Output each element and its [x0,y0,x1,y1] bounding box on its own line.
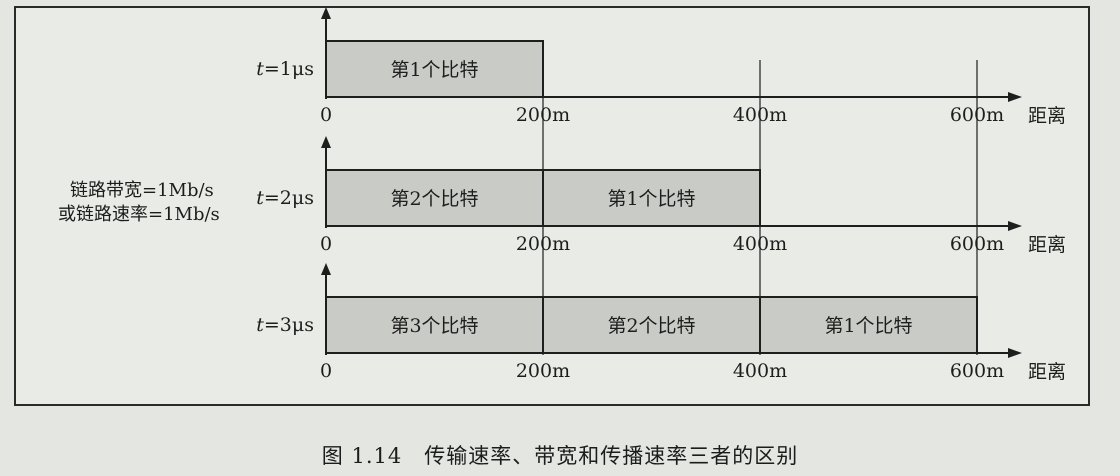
row-2-tick-3: 400m [733,233,787,255]
row-2-tick-4: 600m [950,233,1004,255]
row-3-tick-4: 600m [950,360,1004,382]
rate-label: 或链路速率=1Mb/s [58,204,220,225]
figure-frame: 第1个比特 t=1μs 0 200m 400m 600m 距离 第2个比特 第1个比特 t=2μs… [14,6,1090,406]
row-2-axis-label: 距离 [1028,234,1066,256]
row-3-tick-3: 400m [733,360,787,382]
figure-caption: 图 1.14 传输速率、带宽和传播速率三者的区别 [0,440,1120,470]
row-1-time-label: t=1μs [256,58,314,80]
row-2-bit-label-1: 第2个比特 [390,188,478,210]
row-1-tick-3: 400m [733,104,787,126]
row-1-vertical-arrow [321,8,331,19]
row-1-bit-label-1: 第1个比特 [390,59,478,81]
row-1-tick-2: 200m [516,104,570,126]
row-2-bit-label-2: 第1个比特 [607,188,695,210]
row-1-tick-4: 600m [950,104,1004,126]
row-3-bit-label-3: 第1个比特 [824,315,912,337]
row-3-vertical-arrow [321,263,331,275]
caption-number: 图 1.14 [321,444,403,468]
row-3-axis-label: 距离 [1028,361,1066,383]
row-1-distance-arrow [1008,92,1022,102]
caption-text: 传输速率、带宽和传播速率三者的区别 [424,444,799,468]
row-1-axis-label: 距离 [1028,105,1066,127]
row-2-vertical-arrow [321,136,331,148]
row-2-distance-arrow [1008,221,1022,231]
row-2-tick-2: 200m [516,233,570,255]
row-3-distance-arrow [1008,348,1022,358]
row-3-bit-label-1: 第3个比特 [390,315,478,337]
row-3-bit-label-2: 第2个比特 [607,315,695,337]
row-3-tick-1: 0 [320,360,332,382]
bandwidth-label: 链路带宽=1Mb/s [70,180,214,201]
row-2-time-label: t=2μs [256,187,314,209]
row-1-tick-1: 0 [320,104,332,126]
row-2-tick-1: 0 [320,233,332,255]
row-3-tick-2: 200m [516,360,570,382]
row-3-time-label: t=3μs [256,314,314,336]
